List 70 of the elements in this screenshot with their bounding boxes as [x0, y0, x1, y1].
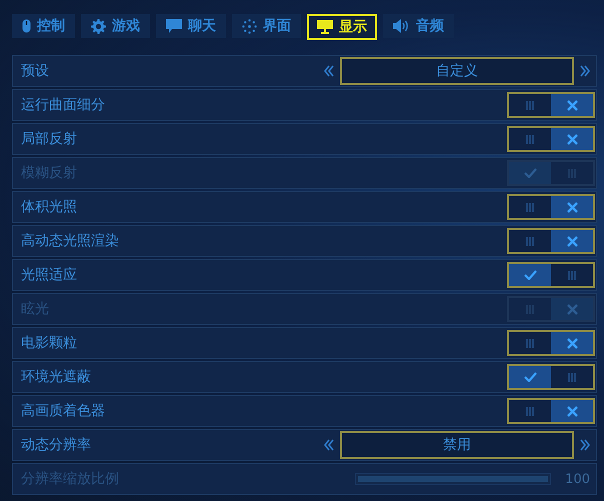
setting-row[interactable]: 预设 自定义: [12, 55, 597, 87]
check-icon: [524, 168, 536, 178]
setting-row[interactable]: 动态分辨率 禁用: [12, 429, 597, 461]
setting-label: 局部反射: [21, 130, 77, 148]
close-icon: [566, 134, 578, 144]
setting-label: 电影颗粒: [21, 334, 77, 352]
setting-row[interactable]: 环境光遮蔽: [12, 361, 597, 393]
mouse-icon: [22, 19, 31, 33]
option-value: 自定义: [340, 57, 574, 85]
close-icon: [566, 100, 578, 110]
tab[interactable]: 控制: [12, 14, 75, 38]
close-icon: [566, 406, 578, 416]
tab[interactable]: 音频: [383, 14, 454, 38]
tab[interactable]: 游戏: [81, 14, 150, 38]
close-icon: [566, 304, 578, 314]
tab[interactable]: 界面: [232, 14, 301, 38]
option-value: 禁用: [340, 431, 574, 459]
grip-icon: [526, 406, 534, 416]
toggle-switch[interactable]: [507, 398, 595, 424]
setting-label: 环境光遮蔽: [21, 368, 91, 386]
tab[interactable]: 显示: [307, 14, 377, 40]
setting-label: 体积光照: [21, 198, 77, 216]
setting-label: 光照适应: [21, 266, 77, 284]
grip-icon: [526, 100, 534, 110]
double-chevron-right-icon: [580, 439, 590, 451]
setting-label: 眩光: [21, 300, 49, 318]
dots-circle-icon: [242, 18, 257, 34]
toggle-switch[interactable]: [507, 330, 595, 356]
setting-row[interactable]: 运行曲面细分: [12, 89, 597, 121]
close-icon: [566, 236, 578, 246]
setting-label: 动态分辨率: [21, 436, 91, 454]
toggle-switch[interactable]: [507, 262, 595, 288]
toggle-switch[interactable]: [507, 126, 595, 152]
setting-label: 运行曲面细分: [21, 96, 105, 114]
setting-row[interactable]: 光照适应: [12, 259, 597, 291]
slider-value: 100: [565, 472, 590, 486]
double-chevron-right-icon: [580, 65, 590, 77]
monitor-icon: [317, 20, 333, 34]
toggle-switch[interactable]: [507, 364, 595, 390]
grip-icon: [526, 134, 534, 144]
toggle-switch[interactable]: [507, 92, 595, 118]
setting-row[interactable]: 电影颗粒: [12, 327, 597, 359]
grip-icon: [526, 236, 534, 246]
grip-icon: [568, 372, 576, 382]
toggle-switch[interactable]: [507, 194, 595, 220]
check-icon: [524, 270, 536, 280]
gear-icon: [91, 18, 106, 34]
tab[interactable]: 聊天: [156, 14, 226, 38]
speaker-icon: [393, 19, 410, 33]
setting-row[interactable]: 局部反射: [12, 123, 597, 155]
setting-label: 预设: [21, 62, 49, 80]
setting-label: 模糊反射: [21, 164, 77, 182]
double-chevron-left-icon: [324, 65, 334, 77]
setting-row[interactable]: 高画质着色器: [12, 395, 597, 427]
close-icon: [566, 338, 578, 348]
double-chevron-left-icon: [324, 439, 334, 451]
setting-label: 高画质着色器: [21, 402, 105, 420]
grip-icon: [526, 202, 534, 212]
chat-icon: [166, 19, 182, 33]
setting-label: 分辨率缩放比例: [21, 470, 119, 488]
close-icon: [566, 202, 578, 212]
grip-icon: [526, 304, 534, 314]
grip-icon: [568, 270, 576, 280]
setting-label: 高动态光照渲染: [21, 232, 119, 250]
grip-icon: [526, 338, 534, 348]
setting-row[interactable]: 高动态光照渲染: [12, 225, 597, 257]
setting-row[interactable]: 体积光照: [12, 191, 597, 223]
grip-icon: [568, 168, 576, 178]
toggle-switch[interactable]: [507, 228, 595, 254]
check-icon: [524, 372, 536, 382]
